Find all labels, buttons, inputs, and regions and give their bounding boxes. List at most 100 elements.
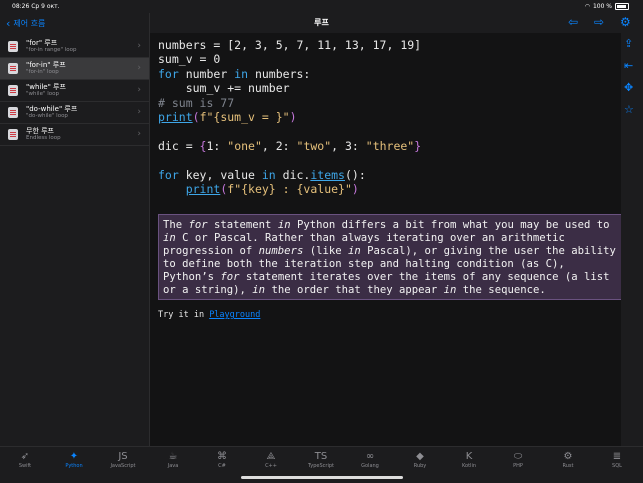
battery-percent: 100 % (592, 3, 612, 10)
code-line: sum_v += number (158, 81, 290, 96)
chevron-left-icon: ‹ (6, 16, 11, 30)
description-box: The for statement in Python differs a bi… (158, 214, 627, 300)
star-icon[interactable]: ☆ (624, 103, 634, 116)
content-area: numbers = [2, 3, 5, 7, 11, 13, 17, 19] s… (150, 33, 630, 446)
code-function: print (185, 182, 221, 197)
arrow-left-icon[interactable]: ⇦ (568, 15, 578, 29)
indent-left-icon[interactable]: ⇤ (624, 59, 633, 72)
code-keyword: for (158, 167, 179, 182)
sidebar-item-subtitle: Endless loop (26, 135, 61, 141)
tab-kotlin[interactable]: K Kotlin (449, 450, 489, 469)
sidebar-item-texts: "for-in" 루프 "for-in" loop (26, 61, 66, 76)
code-paren: ) (289, 110, 297, 125)
tab-swift[interactable]: ➶ Swift (5, 450, 45, 469)
prose-text: (like (303, 245, 348, 257)
tab-ruby[interactable]: ◆ Ruby (400, 450, 440, 469)
code-function: print (158, 110, 193, 125)
sidebar-item-subtitle: "do-while" loop (26, 113, 68, 119)
chevron-right-icon: › (137, 63, 141, 73)
sidebar-item-do-while[interactable]: "do-while" 루프 "do-while" loop › (0, 102, 149, 124)
chevron-right-icon: › (137, 107, 141, 117)
sidebar-item-for[interactable]: "for" 루프 "for-in range" loop › (0, 36, 149, 58)
prose-text: the order that they appear (265, 284, 444, 296)
prose-emphasis: for (188, 219, 208, 231)
try-it-line: Try it in Playground (158, 310, 260, 320)
tab-typescript[interactable]: TS TypeScript (301, 450, 341, 469)
code-text: numbers: (248, 66, 311, 81)
expand-icon[interactable]: ✥ (624, 81, 633, 94)
tab-python[interactable]: ✦ Python (54, 450, 94, 469)
tab-label: SQL (612, 463, 622, 469)
wifi-icon: ◠ (584, 3, 590, 10)
sidebar-item-title: "do-while" 루프 (26, 105, 78, 113)
prose-text: the sequence. (456, 284, 546, 296)
php-icon: ⬭ (513, 451, 523, 462)
swift-icon: ➶ (20, 451, 30, 462)
code-string: "one" (227, 138, 262, 153)
status-time: 08:26 (12, 3, 30, 10)
document-icon (8, 129, 18, 140)
tab-label: JavaScript (110, 463, 136, 469)
tab-label: PHP (513, 463, 523, 469)
sidebar-item-texts: "while" 루프 "while" loop (26, 83, 66, 98)
sidebar: ‹ 제어 흐름 "for" 루프 "for-in range" loop › "… (0, 13, 150, 446)
code-line: numbers = [2, 3, 5, 7, 11, 13, 17, 19] (158, 38, 422, 52)
status-time-date: 08:26 Ср 9 окт. (12, 3, 60, 10)
code-string: "two" (296, 138, 332, 153)
battery-icon (615, 3, 629, 10)
code-text: number (178, 66, 235, 81)
code-text: key, value (178, 167, 262, 182)
tab-java[interactable]: ☕ Java (153, 450, 193, 469)
sidebar-list: "for" 루프 "for-in range" loop › "for-in" … (0, 36, 149, 146)
sql-icon: ≣ (612, 451, 622, 462)
back-label: 제어 흐름 (13, 19, 46, 28)
sidebar-item-title: "for-in" 루프 (26, 61, 66, 69)
tab-label: Golang (361, 463, 379, 469)
share-icon[interactable]: ⇪ (624, 37, 633, 50)
code-block: numbers = [2, 3, 5, 7, 11, 13, 17, 19] s… (158, 38, 421, 196)
code-string: f"{key} : {value}" (227, 182, 352, 197)
ruby-icon: ◆ (416, 451, 424, 462)
prose-emphasis: for (220, 271, 240, 283)
gear-icon[interactable]: ⚙ (620, 15, 631, 29)
tab-sql[interactable]: ≣ SQL (597, 450, 637, 469)
sidebar-item-while[interactable]: "while" 루프 "while" loop › (0, 80, 149, 102)
page-title: 루프 (314, 18, 329, 27)
tab-php[interactable]: ⬭ PHP (498, 450, 538, 469)
prose-text: statement (207, 219, 278, 231)
try-prefix: Try it in (158, 310, 210, 320)
tab-javascript[interactable]: JS JavaScript (103, 450, 143, 469)
kotlin-icon: K (465, 451, 473, 462)
home-indicator (241, 476, 403, 479)
back-button[interactable]: ‹ 제어 흐름 (6, 18, 45, 29)
prose-text: The (163, 219, 189, 231)
tab-cpp[interactable]: ⟁ C++ (251, 450, 291, 469)
header: 루프 ⇦ ⇨ ⚙ (150, 13, 643, 33)
tab-label: Ruby (413, 463, 427, 469)
tab-rust[interactable]: ⚙ Rust (548, 450, 588, 469)
code-keyword: in (234, 66, 249, 81)
sidebar-item-texts: "do-while" 루프 "do-while" loop (26, 105, 77, 120)
chevron-right-icon: › (137, 41, 141, 51)
cpp-icon: ⟁ (266, 451, 276, 462)
tab-label: TypeScript (308, 463, 334, 469)
tab-csharp[interactable]: ⌘ C# (202, 450, 242, 469)
prose-emphasis: in (347, 245, 361, 257)
tab-golang[interactable]: ∞ Golang (350, 450, 390, 469)
sidebar-item-texts: "for" 루프 "for-in range" loop (26, 39, 77, 54)
code-keyword: for (158, 66, 179, 81)
status-date: Ср 9 окт. (31, 3, 60, 10)
prose-emphasis: in (277, 219, 291, 231)
golang-icon: ∞ (365, 451, 375, 462)
playground-link[interactable]: Playground (209, 310, 260, 320)
tab-label: Rust (562, 463, 574, 469)
sidebar-item-for-in[interactable]: "for-in" 루프 "for-in" loop › (0, 58, 149, 80)
sidebar-item-endless[interactable]: 무한 루프 Endless loop › (0, 124, 149, 146)
sidebar-item-subtitle: "for-in" loop (26, 69, 59, 75)
code-text: dic = (158, 138, 200, 153)
prose-emphasis: in (163, 232, 176, 244)
status-bar: 08:26 Ср 9 окт. ◠ 100 % (0, 0, 643, 13)
sidebar-item-title: "while" 루프 (26, 83, 66, 91)
arrow-right-icon[interactable]: ⇨ (594, 15, 604, 29)
